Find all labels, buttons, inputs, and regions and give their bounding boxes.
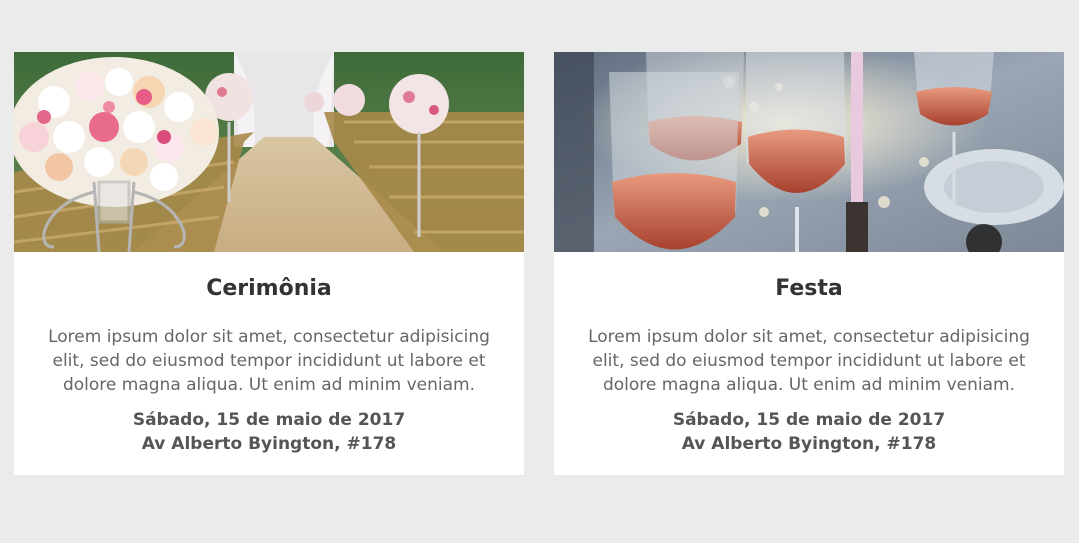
event-date: Sábado, 15 de maio de 2017: [672, 410, 946, 430]
wedding-aisle-image: [14, 52, 524, 252]
event-card-party: Festa Lorem ipsum dolor sit amet, consec…: [554, 52, 1064, 475]
event-date: Sábado, 15 de maio de 2017: [132, 410, 406, 430]
event-details: Sábado, 15 de maio de 2017 Av Alberto By…: [14, 408, 524, 456]
event-address: Av Alberto Byington, #178: [141, 434, 397, 454]
event-address: Av Alberto Byington, #178: [681, 434, 937, 454]
events-section: Cerimônia Lorem ipsum dolor sit amet, co…: [0, 0, 1079, 543]
wine-glasses-image: [554, 52, 1064, 252]
card-title: Cerimônia: [206, 276, 332, 301]
event-details: Sábado, 15 de maio de 2017 Av Alberto By…: [554, 408, 1064, 456]
wedding-aisle-photo: [14, 52, 524, 252]
card-title: Festa: [775, 276, 843, 301]
wine-glasses-photo: [554, 52, 1064, 252]
card-description: Lorem ipsum dolor sit amet, consectetur …: [588, 327, 1030, 395]
event-card-ceremony: Cerimônia Lorem ipsum dolor sit amet, co…: [14, 52, 524, 475]
card-description: Lorem ipsum dolor sit amet, consectetur …: [48, 327, 490, 395]
card-content: Festa Lorem ipsum dolor sit amet, consec…: [554, 252, 1064, 456]
card-content: Cerimônia Lorem ipsum dolor sit amet, co…: [14, 252, 524, 456]
